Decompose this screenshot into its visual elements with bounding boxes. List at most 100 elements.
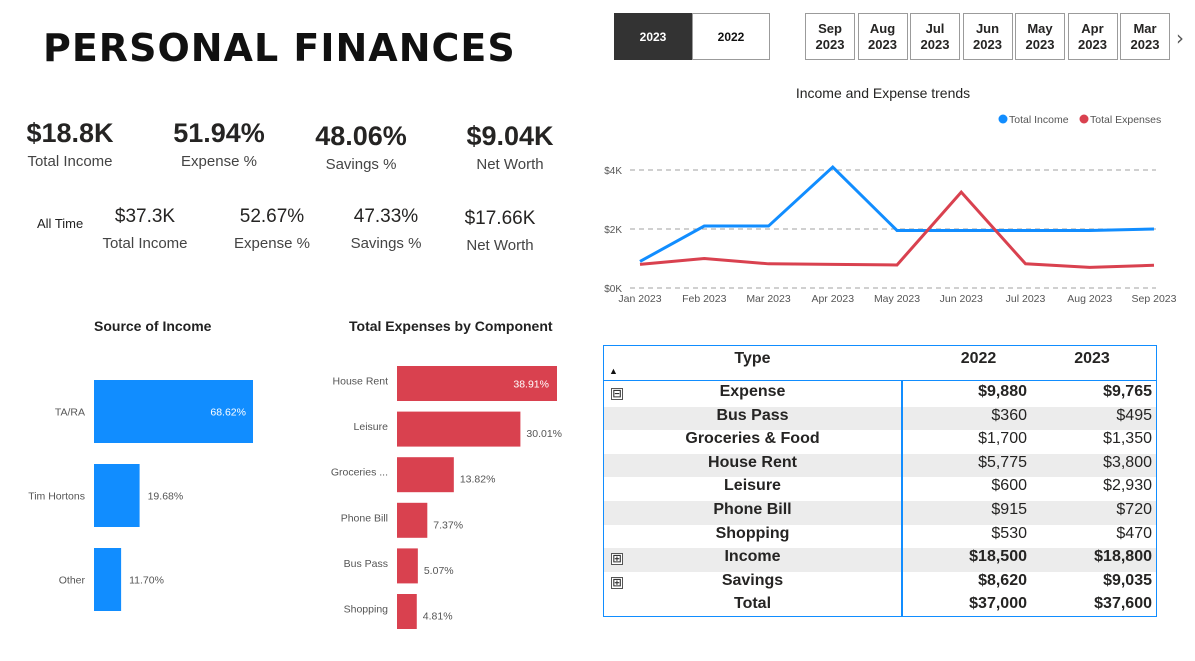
- kpi-value: $37.3K: [114, 206, 176, 227]
- cell-2022: $530: [991, 524, 1027, 542]
- expense-component-chart: House Rent 38.91% Leisure 30.01% Groceries .…: [331, 366, 562, 629]
- cell-2022: $37,000: [969, 595, 1027, 613]
- year-label: 2023: [815, 37, 845, 52]
- data-label: 38.91%: [513, 379, 549, 391]
- cell-2023: $470: [1116, 524, 1152, 542]
- column-header-type[interactable]: Type: [604, 350, 901, 368]
- income-expense-trend-chart: Income and Expense trends Total Income Tot…: [604, 85, 1177, 305]
- data-label: 4.81%: [423, 611, 453, 623]
- income-bar[interactable]: [94, 464, 140, 527]
- finance-matrix-table: Type 2022 2023 ▲ ⊟ Expense $9,880 $9,765 Bus…: [603, 345, 1157, 617]
- legend-label[interactable]: Total Expenses: [1090, 114, 1161, 126]
- cell-2022: $360: [991, 406, 1027, 424]
- cell-type: Total: [733, 595, 772, 613]
- cell-2022: $600: [991, 477, 1027, 495]
- x-tick-label: Jan 2023: [618, 293, 661, 305]
- kpi-value: 47.33%: [353, 206, 419, 227]
- table-row[interactable]: Groceries & Food $1,700 $1,350: [604, 430, 1156, 454]
- kpi-label: Net Worth: [476, 156, 544, 173]
- cell-2023: $3,800: [1103, 453, 1152, 471]
- kpi-label: Expense %: [181, 153, 257, 170]
- table-row[interactable]: Total $37,000 $37,600: [604, 595, 1156, 619]
- table-row[interactable]: Bus Pass $360 $495: [604, 406, 1156, 431]
- cell-2023: $18,800: [1094, 548, 1152, 566]
- year-label: 2023: [868, 37, 897, 52]
- y-tick-label: $4K: [604, 166, 622, 177]
- table-row[interactable]: ⊞ Income $18,500 $18,800: [604, 548, 1156, 572]
- month-slicer-sep-2023[interactable]: Sep 2023: [805, 13, 855, 60]
- x-tick-label: Sep 2023: [1132, 293, 1177, 305]
- line-chart-title: Income and Expense trends: [796, 85, 970, 101]
- expense-bar[interactable]: [397, 411, 521, 447]
- cell-2023: $720: [1116, 501, 1152, 518]
- year-slicer-2022[interactable]: 2022: [692, 13, 770, 60]
- x-tick-label: Jun 2023: [940, 293, 983, 305]
- table-row[interactable]: ⊟ Expense $9,880 $9,765: [604, 383, 1156, 407]
- income-line[interactable]: [639, 164, 1155, 263]
- kpi-label: Total Income: [27, 153, 113, 170]
- cell-type: Savings: [721, 571, 784, 589]
- month-label: Jun: [975, 21, 1000, 36]
- data-label: 5.07%: [424, 565, 454, 577]
- month-slicer-mar-2023[interactable]: Mar 2023: [1120, 13, 1170, 60]
- month-slicer-jun-2023[interactable]: Jun 2023: [962, 13, 1013, 60]
- cell-2022: $18,500: [969, 548, 1027, 566]
- category-label: House Rent: [333, 376, 389, 388]
- column-header-2023[interactable]: 2023: [1028, 350, 1152, 368]
- kpi-all-time-net-worth: $17.66K Net Worth: [450, 208, 550, 254]
- kpi-all-time-savings-pct: 47.33% Savings %: [336, 206, 436, 252]
- year-label: 2023: [1025, 37, 1055, 52]
- month-slicer-jul-2023[interactable]: Jul 2023: [910, 13, 960, 60]
- table-row[interactable]: House Rent $5,775 $3,800: [604, 453, 1156, 478]
- income-bar[interactable]: [94, 548, 122, 611]
- cell-2022: $5,775: [978, 453, 1027, 471]
- expense-bar[interactable]: [397, 457, 454, 493]
- category-label: Phone Bill: [341, 512, 388, 524]
- cell-type: Bus Pass: [716, 406, 789, 424]
- category-label: Groceries ...: [331, 467, 388, 479]
- kpi-total-income: $18.8K Total Income: [20, 118, 120, 170]
- chevron-right-icon[interactable]: ›: [1176, 26, 1184, 50]
- kpi-savings-pct: 48.06% Savings %: [305, 121, 417, 173]
- cell-2023: $37,600: [1094, 595, 1152, 613]
- sort-ascending-icon[interactable]: ▲: [609, 366, 618, 376]
- x-tick-label: Jul 2023: [1006, 293, 1046, 305]
- table-row[interactable]: Phone Bill $915 $720: [604, 501, 1156, 525]
- table-row[interactable]: Leisure $600 $2,930: [604, 477, 1156, 501]
- expense-bar[interactable]: [397, 594, 417, 629]
- month-slicer-aug-2023[interactable]: Aug 2023: [857, 13, 908, 60]
- kpi-value: 52.67%: [239, 206, 305, 227]
- month-slicer-apr-2023[interactable]: Apr 2023: [1067, 13, 1118, 60]
- table-row[interactable]: ⊞ Savings $8,620 $9,035: [604, 572, 1156, 596]
- data-label: 19.68%: [148, 491, 184, 503]
- category-label: Shopping: [344, 604, 389, 616]
- cell-2023: $1,350: [1103, 430, 1152, 448]
- year-slicer-2023[interactable]: 2023: [614, 13, 692, 60]
- month-label: Aug: [869, 21, 896, 36]
- table-row[interactable]: Shopping $530 $470: [604, 525, 1156, 549]
- column-header-2022[interactable]: 2022: [902, 350, 1027, 368]
- year-label: 2023: [973, 37, 1002, 52]
- data-label: 30.01%: [526, 428, 562, 440]
- legend-label[interactable]: Total Income: [1009, 114, 1069, 126]
- category-label: Tim Hortons: [28, 491, 85, 503]
- kpi-value: $9.04K: [466, 121, 554, 151]
- y-tick-label: $2K: [604, 225, 622, 236]
- matrix-header: Type 2022 2023 ▲: [604, 346, 1156, 381]
- category-label: Leisure: [354, 421, 389, 433]
- data-label: 7.37%: [433, 519, 463, 531]
- data-label: 13.82%: [460, 474, 496, 486]
- month-slicer-may-2023[interactable]: May 2023: [1015, 13, 1065, 60]
- x-tick-label: Apr 2023: [811, 293, 854, 305]
- x-tick-label: Feb 2023: [682, 293, 727, 305]
- category-label: Bus Pass: [344, 558, 388, 570]
- expense-bar[interactable]: [397, 502, 428, 538]
- kpi-value: 48.06%: [315, 121, 407, 151]
- cell-2022: $8,620: [978, 571, 1027, 589]
- expense-bar[interactable]: [397, 548, 418, 584]
- month-label: Mar: [1133, 21, 1157, 36]
- kpi-value: $18.8K: [26, 118, 114, 148]
- cell-type: Groceries & Food: [685, 430, 820, 448]
- year-label: 2023: [920, 37, 950, 52]
- month-label: Sep: [818, 21, 842, 36]
